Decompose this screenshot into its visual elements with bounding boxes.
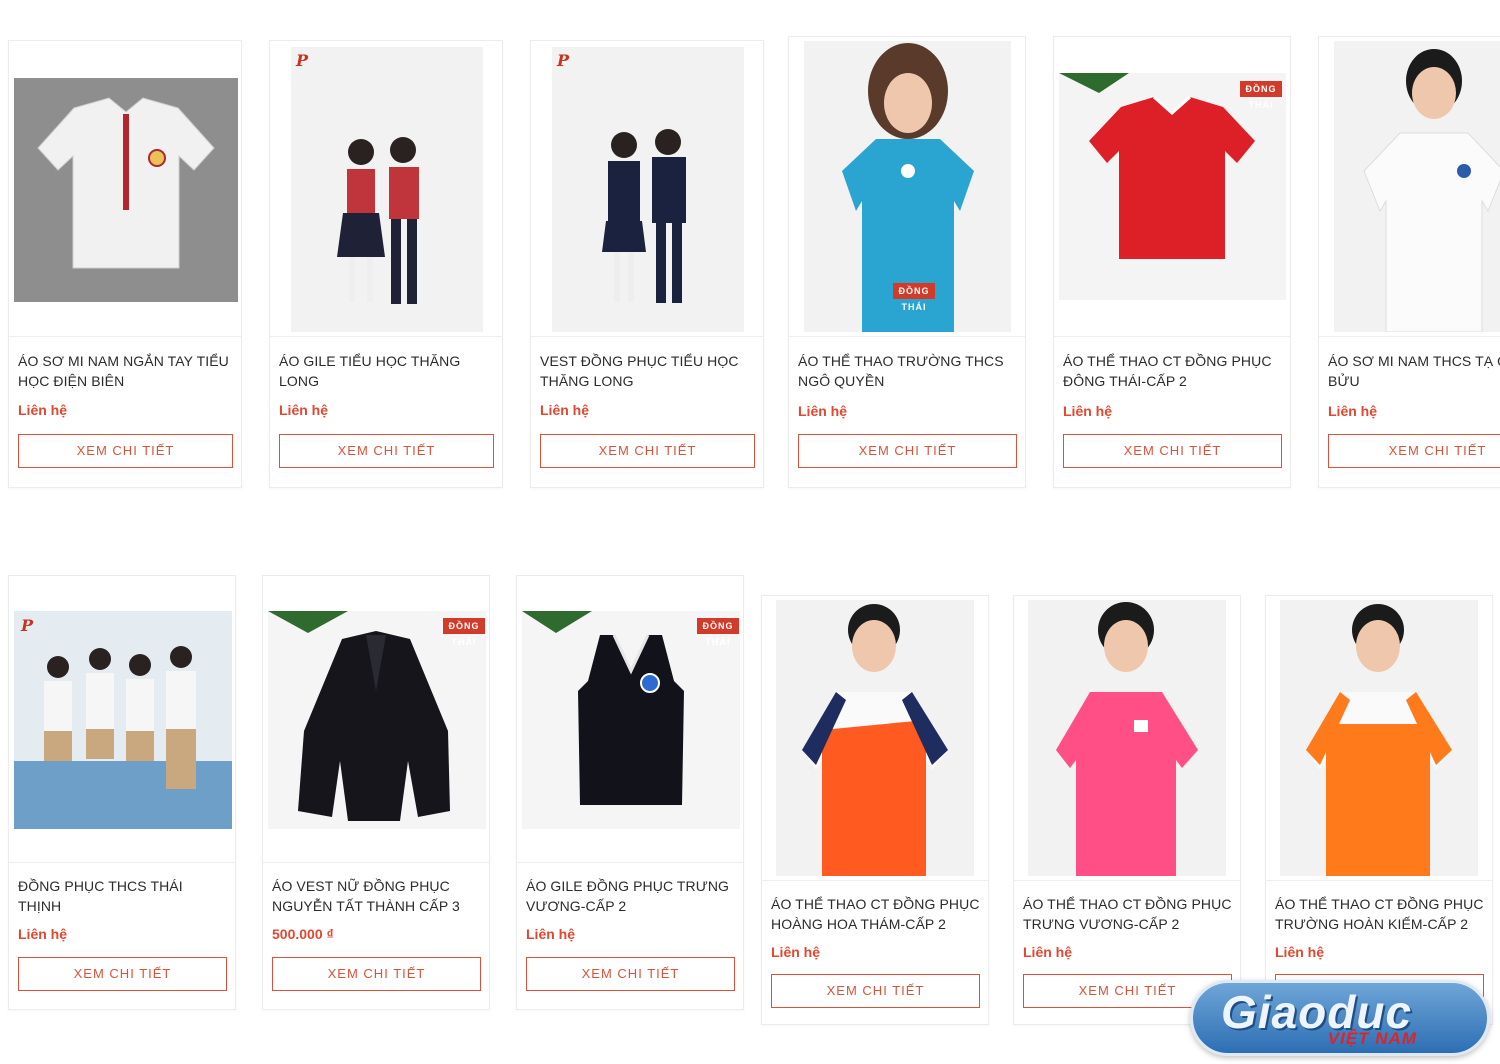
view-details-button[interactable]: XEM CHI TIẾT bbox=[279, 434, 494, 468]
product-title[interactable]: ĐỒNG PHỤC THCS THÁI THỊNH bbox=[18, 876, 227, 916]
product-title[interactable]: ÁO SƠ MI NAM NGẮN TAY TIỂU HỌC ĐIỆN BIÊN bbox=[18, 351, 233, 391]
product-price: Liên hệ bbox=[1023, 944, 1073, 960]
product-price: Liên hệ bbox=[1063, 403, 1113, 419]
view-details-button[interactable]: XEM CHI TIẾT bbox=[526, 957, 735, 991]
product-title[interactable]: ÁO THỂ THAO CT ĐỒNG PHỤC TRƯNG VƯƠNG-CẤP… bbox=[1023, 894, 1232, 934]
students-photo bbox=[291, 47, 483, 332]
product-image[interactable] bbox=[1319, 37, 1500, 337]
students-photo bbox=[552, 47, 744, 332]
product-price: Liên hệ bbox=[798, 403, 848, 419]
product-image[interactable]: ĐỒNG THÁI bbox=[263, 576, 489, 863]
view-details-button[interactable]: XEM CHI TIẾT bbox=[1063, 434, 1282, 468]
product-title[interactable]: ÁO GILE TIỂU HỌC THĂNG LONG bbox=[279, 351, 494, 391]
brand-logo-icon: P bbox=[296, 51, 309, 70]
product-price: Liên hệ bbox=[18, 926, 68, 942]
view-details-button[interactable]: XEM CHI TIẾT bbox=[798, 434, 1017, 468]
brand-badge: ĐỒNG THÁI bbox=[697, 618, 739, 647]
product-image[interactable]: ĐỒNG THÁI bbox=[789, 37, 1025, 337]
product-card[interactable]: ÁO SƠ MI NAM NGẮN TAY TIỂU HỌC ĐIỆN BIÊN… bbox=[8, 40, 242, 488]
brand-badge: ĐỒNG THÁI bbox=[443, 618, 485, 647]
product-price: Liên hệ bbox=[771, 944, 821, 960]
view-details-button[interactable]: XEM CHI TIẾT bbox=[540, 434, 755, 468]
product-image[interactable]: ĐỒNG THÁI bbox=[517, 576, 743, 863]
brand-badge: ĐỒNG THÁI bbox=[1240, 81, 1282, 110]
product-image[interactable] bbox=[1014, 596, 1240, 881]
product-image[interactable]: P bbox=[9, 576, 235, 863]
model-photo bbox=[776, 600, 974, 876]
product-price: Liên hệ bbox=[18, 402, 68, 418]
product-price: Liên hệ bbox=[526, 926, 576, 942]
product-title[interactable]: ÁO GILE ĐỒNG PHỤC TRƯNG VƯƠNG-CẤP 2 bbox=[526, 876, 735, 916]
model-photo bbox=[1334, 41, 1500, 332]
view-details-button[interactable]: XEM CHI TIẾT bbox=[1328, 434, 1500, 468]
product-title[interactable]: ÁO SƠ MI NAM THCS TẠ QU BỬU bbox=[1328, 351, 1500, 391]
product-card[interactable]: P ĐỒNG PHỤC THCS THÁI THỊNH Liên hệ XEM … bbox=[8, 575, 236, 1010]
product-card[interactable]: ĐỒNG THÁI ÁO THỂ THAO TRƯỜNG THCS NGÔ QU… bbox=[788, 36, 1026, 488]
product-card[interactable]: ĐỒNG THÁI ÁO THỂ THAO CT ĐỒNG PHỤC ĐÔNG … bbox=[1053, 36, 1291, 488]
view-details-button[interactable]: XEM CHI TIẾT bbox=[18, 957, 227, 991]
view-details-button[interactable]: XEM CHI TIẾT bbox=[272, 957, 481, 991]
product-title[interactable]: VEST ĐỒNG PHỤC TIỂU HỌC THĂNG LONG bbox=[540, 351, 755, 391]
brand-badge: ĐỒNG THÁI bbox=[893, 283, 935, 312]
product-image[interactable]: P bbox=[531, 41, 763, 337]
view-details-button[interactable]: XEM CHI TIẾT bbox=[18, 434, 233, 468]
view-details-button[interactable]: XEM CHI TIẾT bbox=[771, 974, 980, 1008]
shirt-photo bbox=[14, 78, 238, 302]
product-price: Liên hệ bbox=[1275, 944, 1325, 960]
product-title[interactable]: ÁO THỂ THAO CT ĐỒNG PHỤC ĐÔNG THÁI-CẤP 2 bbox=[1063, 351, 1282, 391]
model-photo bbox=[1028, 600, 1226, 876]
product-title[interactable]: ÁO THỂ THAO CT ĐỒNG PHỤC HOÀNG HOA THÁM-… bbox=[771, 894, 980, 934]
product-card[interactable]: ĐỒNG THÁI ÁO VEST NỮ ĐỒNG PHỤC NGUYỄN TẤ… bbox=[262, 575, 490, 1010]
product-price: Liên hệ bbox=[279, 402, 329, 418]
product-image[interactable] bbox=[762, 596, 988, 881]
watermark-sub-text: VIỆT NAM bbox=[1327, 1029, 1417, 1048]
site-watermark-logo: Giaoduc VIỆT NAM bbox=[1190, 980, 1490, 1056]
product-title[interactable]: ÁO VEST NỮ ĐỒNG PHỤC NGUYỄN TẤT THÀNH CẤ… bbox=[272, 876, 481, 916]
product-card[interactable]: ÁO SƠ MI NAM THCS TẠ QU BỬU Liên hệ XEM … bbox=[1318, 36, 1500, 488]
product-image[interactable]: P bbox=[270, 41, 502, 337]
product-card[interactable]: ĐỒNG THÁI ÁO GILE ĐỒNG PHỤC TRƯNG VƯƠNG-… bbox=[516, 575, 744, 1010]
product-title[interactable]: ÁO THỂ THAO TRƯỜNG THCS NGÔ QUYỀN bbox=[798, 351, 1017, 391]
brand-logo-icon: P bbox=[557, 51, 570, 70]
product-price: Liên hệ bbox=[1328, 403, 1378, 419]
product-image[interactable]: ĐỒNG THÁI bbox=[1054, 37, 1290, 337]
product-card[interactable]: P VEST ĐỒNG PHỤC TIỂU HỌC THĂNG LONG Liê… bbox=[530, 40, 764, 488]
product-image[interactable] bbox=[9, 41, 241, 337]
students-photo bbox=[14, 611, 232, 829]
brand-logo-icon: P bbox=[21, 616, 34, 635]
product-price: 500.000 ₫ bbox=[272, 926, 334, 942]
product-price: Liên hệ bbox=[540, 402, 590, 418]
product-card[interactable]: ÁO THỂ THAO CT ĐỒNG PHỤC TRƯỜNG HOÀN KIẾ… bbox=[1265, 595, 1493, 1025]
product-card[interactable]: P ÁO GILE TIỂU HỌC THĂNG LONG Liên hệ XE… bbox=[269, 40, 503, 488]
model-photo bbox=[1280, 600, 1478, 876]
product-image[interactable] bbox=[1266, 596, 1492, 881]
product-card[interactable]: ÁO THỂ THAO CT ĐỒNG PHỤC HOÀNG HOA THÁM-… bbox=[761, 595, 989, 1025]
product-title[interactable]: ÁO THỂ THAO CT ĐỒNG PHỤC TRƯỜNG HOÀN KIẾ… bbox=[1275, 894, 1484, 934]
product-card[interactable]: ÁO THỂ THAO CT ĐỒNG PHỤC TRƯNG VƯƠNG-CẤP… bbox=[1013, 595, 1241, 1025]
